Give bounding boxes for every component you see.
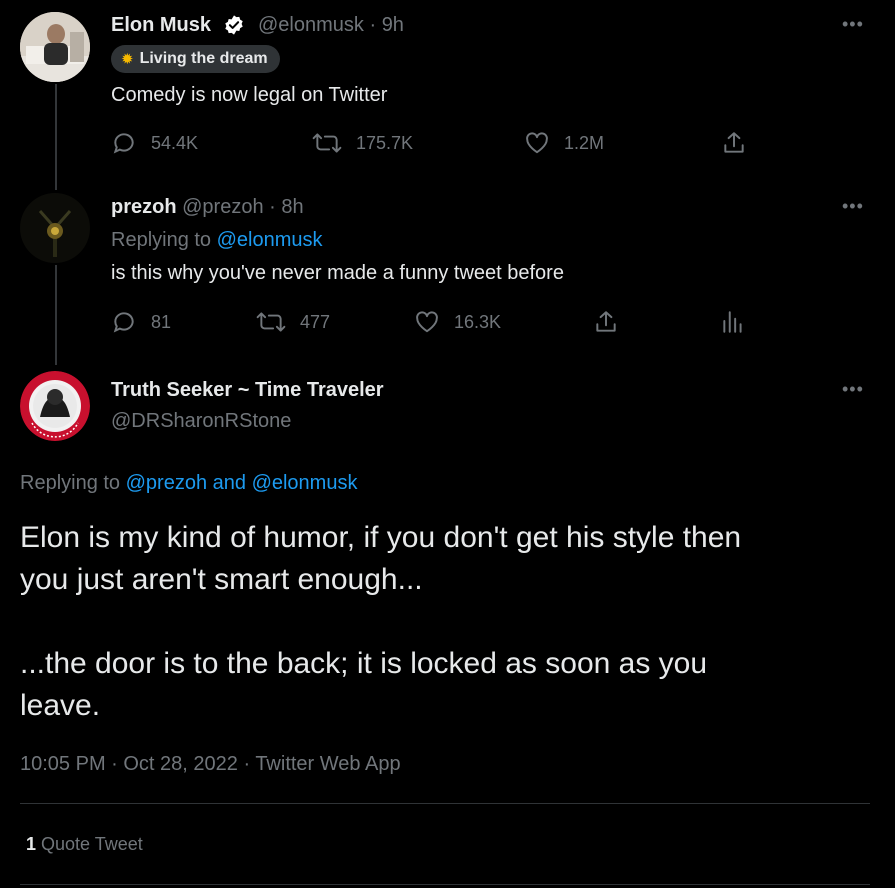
like-icon (414, 309, 440, 335)
reply-count: 54.4K (151, 132, 199, 153)
quote-label: Quote Tweet (41, 834, 143, 854)
replying-to-link[interactable]: @prezoh and @elonmusk (126, 472, 358, 494)
share-button[interactable] (721, 130, 747, 156)
avatar-prezoh[interactable] (20, 193, 90, 263)
author-handle[interactable]: @DRSharonRStone (111, 410, 291, 433)
main-tweet-line: leave. (20, 689, 101, 722)
reply-icon (111, 309, 137, 335)
analytics-button[interactable] (720, 309, 746, 335)
retweet-icon (256, 309, 286, 335)
reply-button[interactable]: 54.4K (111, 130, 198, 156)
replying-to-link[interactable]: @elonmusk (217, 229, 323, 251)
profile-label-badge[interactable]: ✹ Living the dream (111, 45, 280, 73)
quote-tweets-link[interactable]: 1 Quote Tweet (26, 834, 143, 855)
share-icon (721, 130, 747, 156)
replying-to-label: Replying to (20, 472, 121, 494)
author-name[interactable]: prezoh (111, 196, 177, 218)
main-tweet-line: Elon is my kind of humor, if you don't g… (20, 521, 742, 554)
avatar-elonmusk[interactable] (20, 12, 90, 82)
tweet-time[interactable]: 8h (281, 196, 303, 218)
verified-badge-icon (223, 14, 245, 41)
author-handle[interactable]: @prezoh (182, 196, 263, 218)
tweet-timestamp[interactable]: 10:05 PM · Oct 28, 2022 · Twitter Web Ap… (20, 753, 401, 776)
author-name[interactable]: Elon Musk (111, 14, 211, 37)
more-icon[interactable]: ••• (842, 14, 864, 35)
main-tweet-line: ...the door is to the back; it is locked… (20, 647, 708, 680)
share-icon (593, 309, 619, 335)
analytics-icon (720, 309, 746, 335)
like-button[interactable]: 1.2M (524, 130, 604, 156)
tweet-text: Comedy is now legal on Twitter (111, 84, 388, 106)
like-button[interactable]: 16.3K (414, 309, 501, 335)
main-tweet-text: Elon is my kind of humor, if you don't g… (20, 517, 880, 727)
reply-button[interactable]: 81 (111, 309, 171, 335)
retweet-icon (312, 130, 342, 156)
main-tweet-line: you just aren't smart enough... (20, 563, 423, 596)
avatar-drsharonrstone[interactable] (20, 371, 90, 441)
reply-count: 81 (151, 311, 172, 332)
tweet-time[interactable]: 9h (382, 14, 404, 36)
replying-to-label: Replying to (111, 229, 212, 251)
retweet-count: 175.7K (356, 132, 414, 153)
quote-count: 1 (26, 834, 37, 854)
thread-line-1 (55, 84, 57, 190)
thread-line-2 (55, 265, 57, 365)
more-icon[interactable]: ••• (842, 379, 864, 400)
retweet-count: 477 (300, 311, 331, 332)
divider (20, 803, 870, 804)
retweet-button[interactable]: 477 (256, 309, 330, 335)
like-count: 1.2M (564, 132, 605, 153)
more-icon[interactable]: ••• (842, 196, 864, 217)
retweet-button[interactable]: 175.7K (312, 130, 413, 156)
sun-emoji-icon: ✹ (121, 51, 134, 68)
tweet-text: is this why you've never made a funny tw… (111, 262, 564, 284)
author-handle[interactable]: @elonmusk (258, 14, 364, 36)
share-button[interactable] (593, 309, 619, 335)
like-count: 16.3K (454, 311, 502, 332)
author-name[interactable]: Truth Seeker ~ Time Traveler (111, 379, 384, 402)
divider (20, 884, 870, 885)
badge-label: Living the dream (139, 50, 268, 67)
like-icon (524, 130, 550, 156)
reply-icon (111, 130, 137, 156)
